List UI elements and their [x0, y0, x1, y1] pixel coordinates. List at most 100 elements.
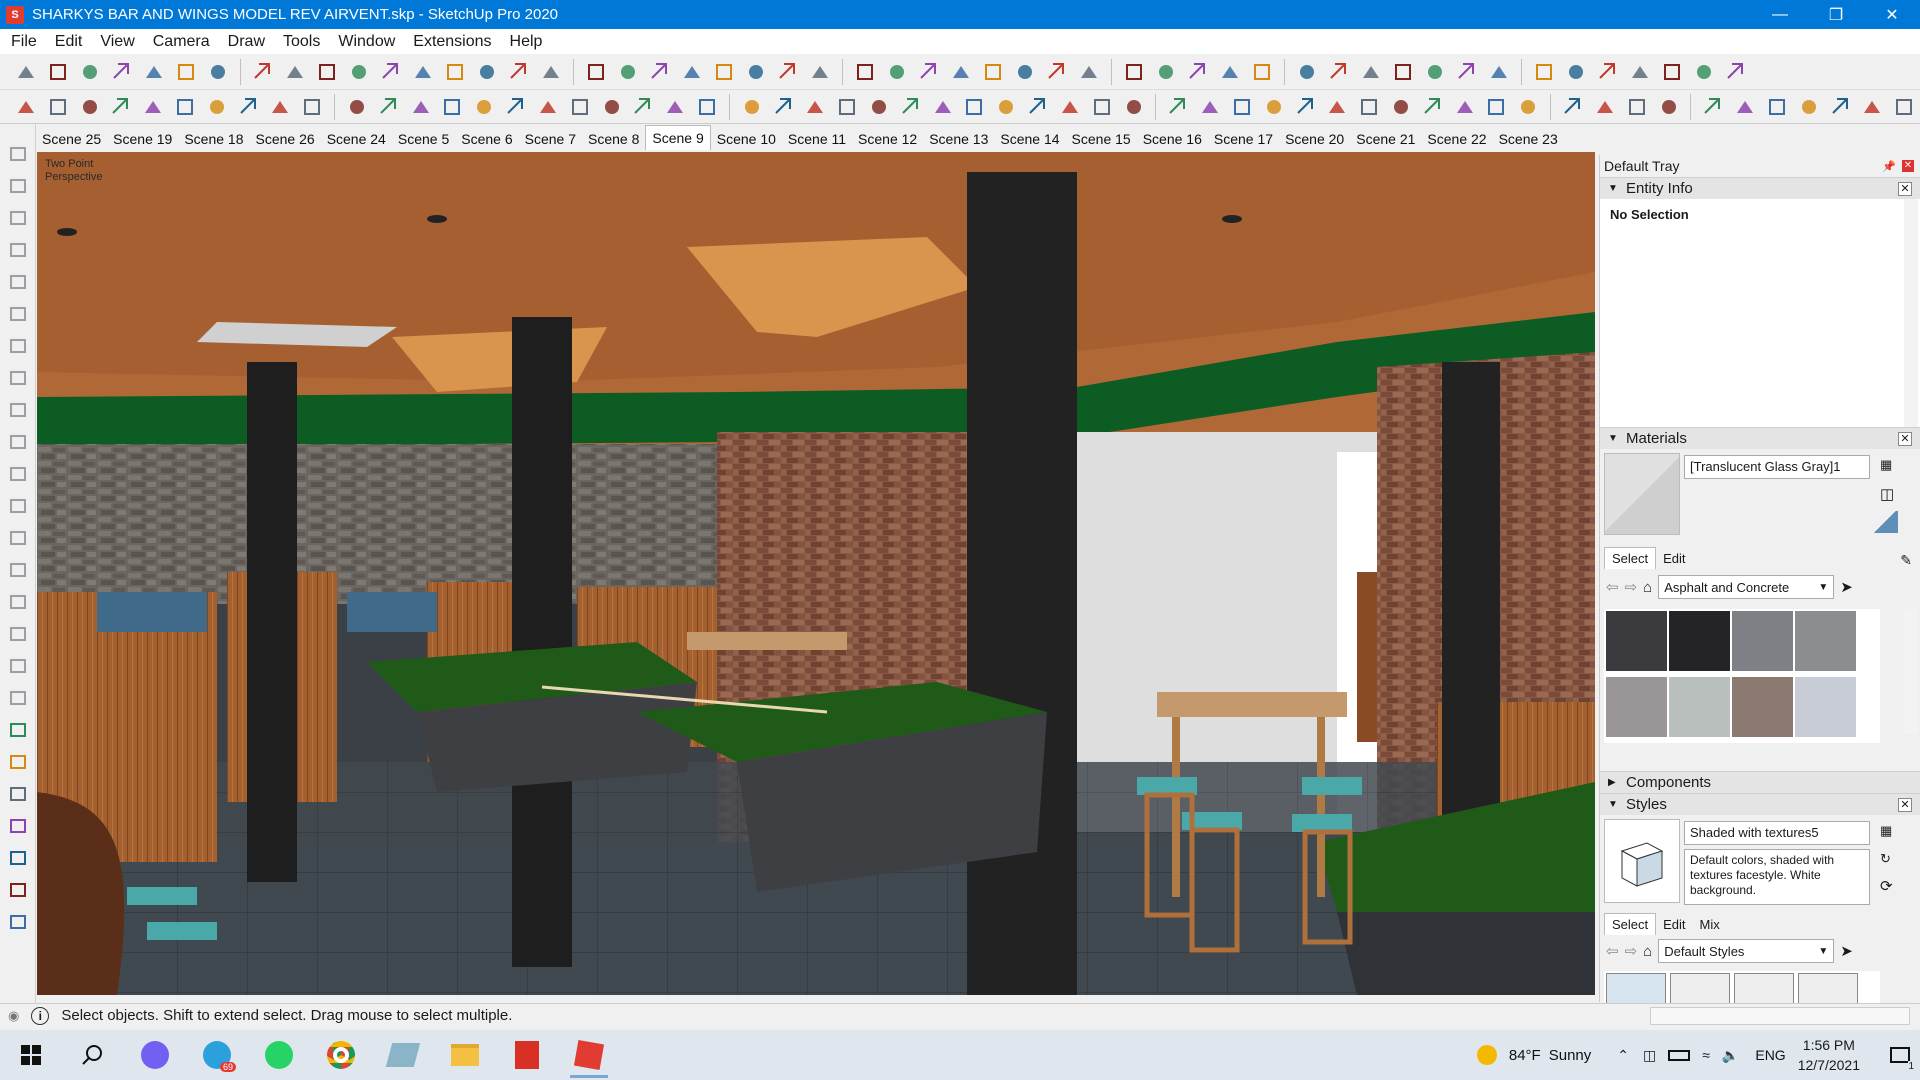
components-header[interactable]: ▶ Components [1600, 771, 1920, 793]
restore-button[interactable]: ❐ [1808, 0, 1864, 29]
scene-tab[interactable]: Scene 7 [519, 128, 582, 150]
input-language[interactable]: ENG [1755, 1047, 1785, 1063]
secondary-tool-icon[interactable] [1387, 93, 1415, 121]
whatsapp-app[interactable] [248, 1030, 310, 1080]
minimize-button[interactable]: — [1752, 0, 1808, 29]
main-tool-icon[interactable] [1485, 58, 1513, 86]
secondary-tool-icon[interactable] [534, 93, 562, 121]
secondary-tool-icon[interactable] [1451, 93, 1479, 121]
main-tool-icon[interactable] [1690, 58, 1718, 86]
tray-close-icon[interactable]: ✕ [1902, 160, 1914, 172]
main-tool-icon[interactable] [108, 58, 136, 86]
weather-temp[interactable]: 84°F [1509, 1047, 1541, 1064]
meet-now-icon[interactable]: ◫ [1643, 1047, 1656, 1064]
secondary-tool-icon[interactable] [1731, 93, 1759, 121]
menu-edit[interactable]: Edit [46, 29, 92, 54]
scene-tab[interactable]: Scene 22 [1421, 128, 1492, 150]
main-tool-icon[interactable] [774, 58, 802, 86]
telegram-app[interactable]: 69 [186, 1030, 248, 1080]
main-tool-icon[interactable] [1389, 58, 1417, 86]
secondary-tool-icon[interactable] [1483, 93, 1511, 121]
panel-close-icon[interactable]: ✕ [1898, 797, 1912, 812]
left-tool-icon[interactable] [5, 205, 31, 231]
left-tool-icon[interactable] [5, 685, 31, 711]
secondary-tool-icon[interactable] [1827, 93, 1855, 121]
scene-tab[interactable]: Scene 5 [392, 128, 455, 150]
main-tool-icon[interactable] [281, 58, 309, 86]
details-arrow-icon[interactable]: ➤ [1840, 578, 1853, 596]
back-arrow-icon[interactable]: ⇦ [1606, 578, 1619, 596]
main-tool-icon[interactable] [979, 58, 1007, 86]
geolocation-icon[interactable]: ◉ [8, 1008, 19, 1024]
left-tool-icon[interactable] [5, 589, 31, 615]
action-center-button[interactable]: 1 [1880, 1030, 1920, 1080]
menu-draw[interactable]: Draw [219, 29, 274, 54]
main-tool-icon[interactable] [1626, 58, 1654, 86]
scene-tab[interactable]: Scene 19 [107, 128, 178, 150]
back-arrow-icon[interactable]: ⇦ [1606, 942, 1619, 960]
materials-scrollbar[interactable] [1904, 609, 1918, 734]
secondary-tool-icon[interactable] [407, 93, 435, 121]
secondary-tool-icon[interactable] [566, 93, 594, 121]
scene-tab[interactable]: Scene 23 [1493, 128, 1564, 150]
scene-tab[interactable]: Scene 16 [1137, 128, 1208, 150]
secondary-tool-icon[interactable] [235, 93, 263, 121]
secondary-tool-icon[interactable] [298, 93, 326, 121]
secondary-tool-icon[interactable] [343, 93, 371, 121]
secondary-tool-icon[interactable] [1196, 93, 1224, 121]
pin-icon[interactable]: 📌 [1882, 160, 1896, 173]
main-tool-icon[interactable] [883, 58, 911, 86]
main-tool-icon[interactable] [140, 58, 168, 86]
secondary-tool-icon[interactable] [1120, 93, 1148, 121]
styles-tab-edit[interactable]: Edit [1656, 914, 1692, 935]
left-tool-icon[interactable] [5, 653, 31, 679]
model-viewport[interactable]: Two Point Perspective [37, 152, 1595, 995]
materials-tab-edit[interactable]: Edit [1656, 548, 1692, 569]
styles-library-select[interactable]: Default Styles ▼ [1658, 939, 1835, 963]
material-swatch[interactable] [1606, 611, 1667, 671]
secondary-tool-icon[interactable] [502, 93, 530, 121]
secondary-tool-icon[interactable] [1228, 93, 1256, 121]
secondary-tool-icon[interactable] [1419, 93, 1447, 121]
forward-arrow-icon[interactable]: ⇨ [1625, 578, 1638, 596]
layout-app[interactable] [372, 1030, 434, 1080]
menu-view[interactable]: View [91, 29, 143, 54]
file-explorer-app[interactable] [434, 1030, 496, 1080]
material-swatch[interactable] [1669, 611, 1730, 671]
main-tool-icon[interactable] [614, 58, 642, 86]
left-tool-icon[interactable] [5, 845, 31, 871]
secondary-tool-icon[interactable] [865, 93, 893, 121]
main-tool-icon[interactable] [1075, 58, 1103, 86]
left-tool-icon[interactable] [5, 525, 31, 551]
menu-window[interactable]: Window [329, 29, 404, 54]
left-tool-icon[interactable] [5, 557, 31, 583]
main-tool-icon[interactable] [582, 58, 610, 86]
main-tool-icon[interactable] [851, 58, 879, 86]
main-tool-icon[interactable] [313, 58, 341, 86]
main-tool-icon[interactable] [1011, 58, 1039, 86]
material-swatch[interactable] [1732, 677, 1793, 737]
main-tool-icon[interactable] [1216, 58, 1244, 86]
secondary-tool-icon[interactable] [693, 93, 721, 121]
main-tool-icon[interactable] [409, 58, 437, 86]
main-tool-icon[interactable] [742, 58, 770, 86]
main-tool-icon[interactable] [204, 58, 232, 86]
main-tool-icon[interactable] [915, 58, 943, 86]
secondary-tool-icon[interactable] [1292, 93, 1320, 121]
secondary-tool-icon[interactable] [897, 93, 925, 121]
secondary-tool-icon[interactable] [1056, 93, 1084, 121]
left-tool-icon[interactable] [5, 237, 31, 263]
main-tool-icon[interactable] [947, 58, 975, 86]
panel-close-icon[interactable]: ✕ [1898, 181, 1912, 196]
materials-library-select[interactable]: Asphalt and Concrete ▼ [1658, 575, 1835, 599]
secondary-tool-icon[interactable] [107, 93, 135, 121]
secondary-tool-icon[interactable] [992, 93, 1020, 121]
left-tool-icon[interactable] [5, 141, 31, 167]
main-tool-icon[interactable] [1421, 58, 1449, 86]
secondary-tool-icon[interactable] [76, 93, 104, 121]
main-tool-icon[interactable] [377, 58, 405, 86]
left-tool-icon[interactable] [5, 813, 31, 839]
sample-paint-icon[interactable]: ◫ [1880, 485, 1894, 503]
secondary-tool-icon[interactable] [929, 93, 957, 121]
secondary-tool-icon[interactable] [1859, 93, 1887, 121]
